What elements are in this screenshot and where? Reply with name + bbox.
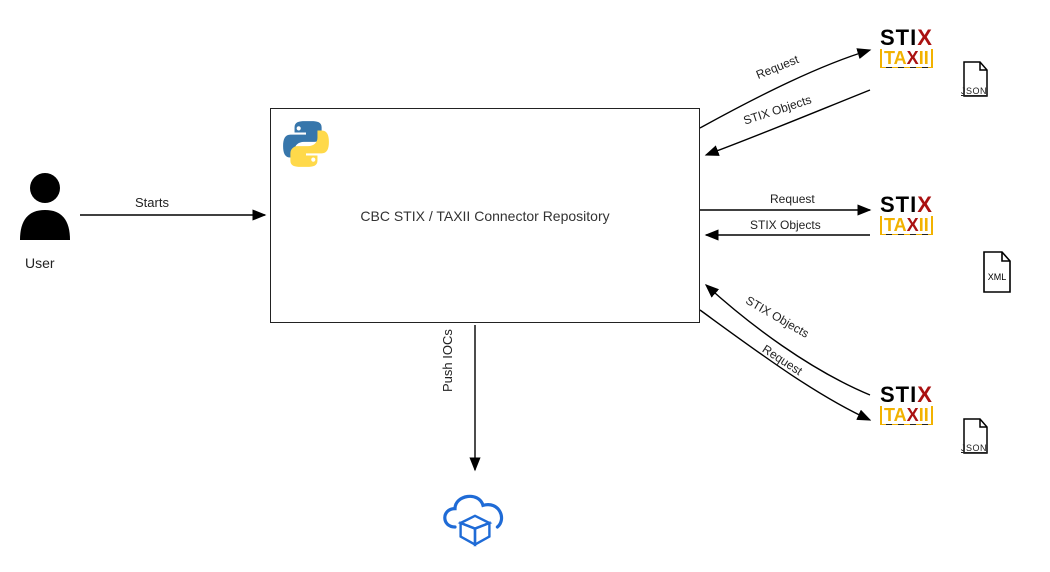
taxii-suffix: II <box>919 48 929 68</box>
taxii-label: TAXII <box>880 49 933 68</box>
stix-x: X <box>917 25 933 50</box>
file-label-middle: XML <box>988 272 1007 282</box>
taxii-suffix: II <box>919 215 929 235</box>
stix-label: STIX <box>880 195 980 216</box>
connector-repository-box: CBC STIX / TAXII Connector Repository <box>270 108 700 323</box>
stix-taxii-target-middle: STIX TAXII <box>880 195 980 236</box>
architecture-diagram: Starts Push IOCs Request STIX Objects Re… <box>0 0 1050 572</box>
edge-label-starts: Starts <box>135 195 169 210</box>
stix-prefix: STI <box>880 192 917 217</box>
stix-prefix: STI <box>880 382 917 407</box>
edge-label-mid-request: Request <box>770 192 815 206</box>
taxii-prefix: TA <box>884 215 907 235</box>
stix-prefix: STI <box>880 25 917 50</box>
taxii-label: TAXII <box>880 406 933 425</box>
user-caption: User <box>25 255 55 271</box>
file-label-bottom: JSON <box>961 443 987 453</box>
file-icon-middle: XML XML <box>980 250 1014 299</box>
taxii-x: X <box>907 215 919 235</box>
center-box-title: CBC STIX / TAXII Connector Repository <box>271 109 699 322</box>
stix-x: X <box>917 192 933 217</box>
stix-label: STIX <box>880 385 980 406</box>
taxii-prefix: TA <box>884 405 907 425</box>
file-icon-bottom: JSON <box>960 417 990 460</box>
taxii-label: TAXII <box>880 216 933 235</box>
stix-x: X <box>917 382 933 407</box>
edge-label-push: Push IOCs <box>440 329 455 392</box>
taxii-x: X <box>907 48 919 68</box>
taxii-suffix: II <box>919 405 929 425</box>
file-icon-top: JSON <box>960 60 990 103</box>
edge-label-mid-response: STIX Objects <box>750 218 821 232</box>
taxii-x: X <box>907 405 919 425</box>
stix-label: STIX <box>880 28 980 49</box>
taxii-prefix: TA <box>884 48 907 68</box>
file-label-top: JSON <box>961 86 987 96</box>
user-icon <box>15 170 75 245</box>
cbc-cloud-icon <box>435 480 515 550</box>
